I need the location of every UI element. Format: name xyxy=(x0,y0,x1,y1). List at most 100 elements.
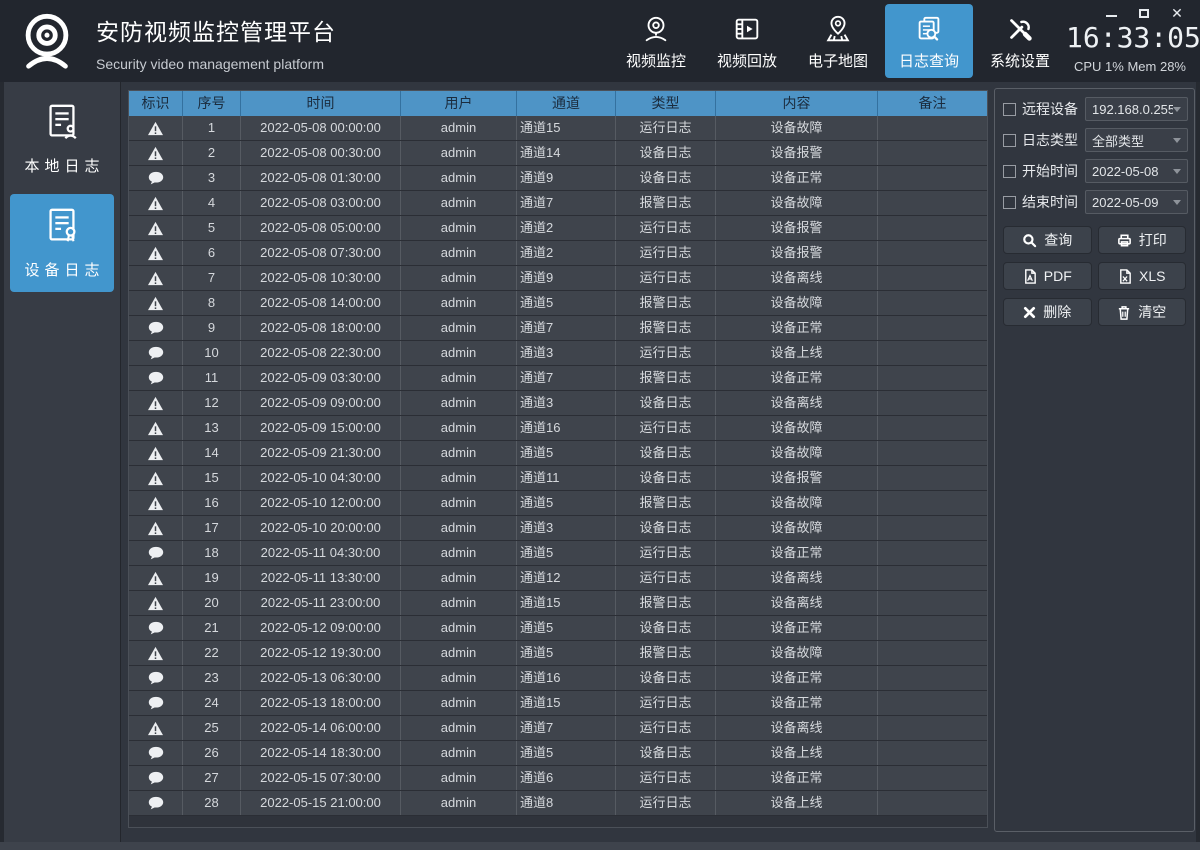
cell-remark xyxy=(878,241,987,265)
delete-button[interactable]: 删除 xyxy=(1003,298,1092,326)
table-row[interactable]: 202022-05-11 23:00:00admin通道15报警日志设备离线 xyxy=(129,591,987,616)
table-row[interactable]: 102022-05-08 22:30:00admin通道3运行日志设备上线 xyxy=(129,341,987,366)
cell-type: 运行日志 xyxy=(616,116,716,140)
cell-type: 报警日志 xyxy=(616,291,716,315)
table-row[interactable]: 132022-05-09 15:00:00admin通道16运行日志设备故障 xyxy=(129,416,987,441)
cell-no: 4 xyxy=(183,191,241,215)
table-row[interactable]: 182022-05-11 04:30:00admin通道5运行日志设备正常 xyxy=(129,541,987,566)
cell-no: 17 xyxy=(183,516,241,540)
cell-type: 报警日志 xyxy=(616,191,716,215)
app-window: 安防视频监控管理平台 Security video management pla… xyxy=(0,0,1200,850)
comment-icon xyxy=(129,666,183,690)
cell-type: 运行日志 xyxy=(616,341,716,365)
cell-user: admin xyxy=(401,291,517,315)
print-button[interactable]: 打印 xyxy=(1098,226,1187,254)
xls-export-button[interactable]: XLS xyxy=(1098,262,1187,290)
table-row[interactable]: 172022-05-10 20:00:00admin通道3设备日志设备故障 xyxy=(129,516,987,541)
cell-user: admin xyxy=(401,641,517,665)
clear-button[interactable]: 清空 xyxy=(1098,298,1187,326)
xls-file-icon xyxy=(1118,269,1132,284)
warning-icon xyxy=(129,241,183,265)
chevron-down-icon xyxy=(1173,169,1181,174)
nav-item-e-map[interactable]: 电子地图 xyxy=(794,4,882,78)
cell-user: admin xyxy=(401,216,517,240)
pdf-export-button[interactable]: PDF xyxy=(1003,262,1092,290)
table-row[interactable]: 12022-05-08 00:00:00admin通道15运行日志设备故障 xyxy=(129,116,987,141)
nav-item-label: 电子地图 xyxy=(808,50,868,71)
table-row[interactable]: 212022-05-12 09:00:00admin通道5设备日志设备正常 xyxy=(129,616,987,641)
table-row[interactable]: 72022-05-08 10:30:00admin通道9运行日志设备离线 xyxy=(129,266,987,291)
cell-content: 设备上线 xyxy=(716,791,878,815)
cell-remark xyxy=(878,616,987,640)
column-header: 标识 xyxy=(129,91,183,116)
cell-remark xyxy=(878,516,987,540)
table-row[interactable]: 152022-05-10 04:30:00admin通道11设备日志设备报警 xyxy=(129,466,987,491)
table-row[interactable]: 142022-05-09 21:30:00admin通道5设备日志设备故障 xyxy=(129,441,987,466)
table-row[interactable]: 32022-05-08 01:30:00admin通道9设备日志设备正常 xyxy=(129,166,987,191)
nav-item-video-monitor[interactable]: 视频监控 xyxy=(612,4,700,78)
table-row[interactable]: 232022-05-13 06:30:00admin通道16设备日志设备正常 xyxy=(129,666,987,691)
cell-time: 2022-05-08 18:00:00 xyxy=(241,316,401,340)
cell-user: admin xyxy=(401,691,517,715)
cell-no: 10 xyxy=(183,341,241,365)
cell-content: 设备正常 xyxy=(716,541,878,565)
start-time-dropdown[interactable]: 2022-05-08 xyxy=(1085,159,1188,183)
sidebar: 本地日志 设备日志 xyxy=(4,82,121,842)
table-row[interactable]: 82022-05-08 14:00:00admin通道5报警日志设备故障 xyxy=(129,291,987,316)
sidebar-item-local-log[interactable]: 本地日志 xyxy=(10,90,114,188)
close-button[interactable]: ✕ xyxy=(1170,6,1184,20)
sidebar-item-device-log[interactable]: 设备日志 xyxy=(10,194,114,292)
table-row[interactable]: 162022-05-10 12:00:00admin通道5报警日志设备故障 xyxy=(129,491,987,516)
cell-content: 设备上线 xyxy=(716,741,878,765)
comment-icon xyxy=(129,741,183,765)
nav-item-log-query[interactable]: 日志查询 xyxy=(885,4,973,78)
remote-device-checkbox[interactable] xyxy=(1003,103,1016,116)
table-row[interactable]: 262022-05-14 18:30:00admin通道5设备日志设备上线 xyxy=(129,741,987,766)
cell-type: 设备日志 xyxy=(616,616,716,640)
table-row[interactable]: 222022-05-12 19:30:00admin通道5报警日志设备故障 xyxy=(129,641,987,666)
table-row[interactable]: 122022-05-09 09:00:00admin通道3设备日志设备离线 xyxy=(129,391,987,416)
nav-item-video-playback[interactable]: 视频回放 xyxy=(703,4,791,78)
filter-label: 开始时间 xyxy=(1022,161,1078,181)
log-type-checkbox[interactable] xyxy=(1003,134,1016,147)
table-row[interactable]: 252022-05-14 06:00:00admin通道7运行日志设备离线 xyxy=(129,716,987,741)
log-type-dropdown[interactable]: 全部类型 xyxy=(1085,128,1188,152)
table-row[interactable]: 52022-05-08 05:00:00admin通道2运行日志设备报警 xyxy=(129,216,987,241)
print-icon xyxy=(1117,233,1132,248)
maximize-button[interactable] xyxy=(1137,6,1151,20)
cell-user: admin xyxy=(401,116,517,140)
table-row[interactable]: 112022-05-09 03:30:00admin通道7报警日志设备正常 xyxy=(129,366,987,391)
dropdown-value: 192.168.0.255 xyxy=(1086,102,1173,117)
cell-time: 2022-05-08 00:30:00 xyxy=(241,141,401,165)
cell-channel: 通道5 xyxy=(517,641,616,665)
cell-channel: 通道5 xyxy=(517,491,616,515)
minimize-button[interactable] xyxy=(1104,6,1118,20)
table-row[interactable]: 92022-05-08 18:00:00admin通道7报警日志设备正常 xyxy=(129,316,987,341)
table-row[interactable]: 192022-05-11 13:30:00admin通道12运行日志设备离线 xyxy=(129,566,987,591)
cell-channel: 通道7 xyxy=(517,191,616,215)
cell-remark xyxy=(878,741,987,765)
query-button[interactable]: 查询 xyxy=(1003,226,1092,254)
button-label: 删除 xyxy=(1043,302,1071,322)
app-logo-webcam-icon xyxy=(16,10,78,72)
table-row[interactable]: 42022-05-08 03:00:00admin通道7报警日志设备故障 xyxy=(129,191,987,216)
start-time-checkbox[interactable] xyxy=(1003,165,1016,178)
table-row[interactable]: 272022-05-15 07:30:00admin通道6运行日志设备正常 xyxy=(129,766,987,791)
table-row[interactable]: 282022-05-15 21:00:00admin通道8运行日志设备上线 xyxy=(129,791,987,816)
warning-icon xyxy=(129,491,183,515)
map-pin-icon xyxy=(823,14,853,44)
cell-time: 2022-05-09 15:00:00 xyxy=(241,416,401,440)
end-time-checkbox[interactable] xyxy=(1003,196,1016,209)
table-row[interactable]: 22022-05-08 00:30:00admin通道14设备日志设备报警 xyxy=(129,141,987,166)
cell-time: 2022-05-10 20:00:00 xyxy=(241,516,401,540)
end-time-dropdown[interactable]: 2022-05-09 xyxy=(1085,190,1188,214)
nav-item-system-settings[interactable]: 系统设置 xyxy=(976,4,1064,78)
table-row[interactable]: 242022-05-13 18:00:00admin通道15运行日志设备正常 xyxy=(129,691,987,716)
cell-user: admin xyxy=(401,491,517,515)
log-search-icon xyxy=(914,14,944,44)
remote-device-dropdown[interactable]: 192.168.0.255 xyxy=(1085,97,1188,121)
filter-label: 远程设备 xyxy=(1022,99,1078,119)
table-row[interactable]: 62022-05-08 07:30:00admin通道2运行日志设备报警 xyxy=(129,241,987,266)
cell-no: 24 xyxy=(183,691,241,715)
cell-content: 设备故障 xyxy=(716,291,878,315)
